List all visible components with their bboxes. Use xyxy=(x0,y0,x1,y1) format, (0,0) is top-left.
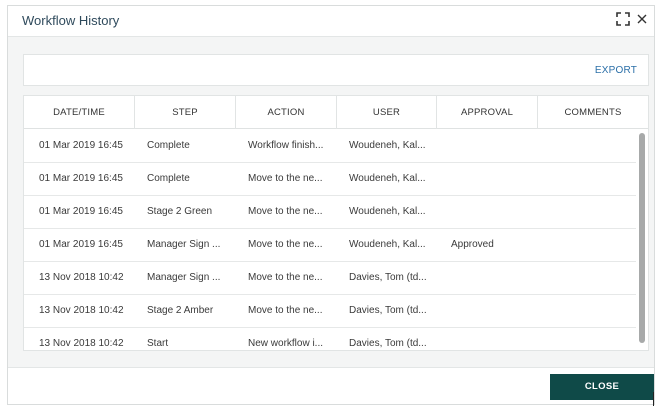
cell-action: Move to the ne... xyxy=(248,173,323,184)
cell-step: Stage 2 Green xyxy=(147,206,213,217)
cell-datetime: 13 Nov 2018 10:42 xyxy=(39,272,124,283)
table-row[interactable]: 01 Mar 2019 16:45 Manager Sign ... Move … xyxy=(24,229,636,262)
cell-datetime: 01 Mar 2019 16:45 xyxy=(39,206,123,217)
cell-comments xyxy=(551,163,635,195)
table-scrollbar[interactable] xyxy=(636,130,648,350)
cell-comments xyxy=(551,295,635,327)
cell-action: Move to the ne... xyxy=(248,305,323,316)
cell-datetime: 13 Nov 2018 10:42 xyxy=(39,338,124,349)
cell-step: Manager Sign ... xyxy=(147,272,221,283)
dialog-header: Workflow History xyxy=(8,6,654,36)
cell-datetime: 01 Mar 2019 16:45 xyxy=(39,239,123,250)
scrollbar-thumb[interactable] xyxy=(639,133,645,343)
close-button[interactable]: CLOSE xyxy=(550,374,654,400)
cell-approval xyxy=(451,262,537,294)
cell-datetime: 01 Mar 2019 16:45 xyxy=(39,173,123,184)
text-cursor xyxy=(653,392,654,406)
cell-approval xyxy=(451,295,537,327)
table-row[interactable]: 01 Mar 2019 16:45 Complete Move to the n… xyxy=(24,163,636,196)
table-row[interactable]: 13 Nov 2018 10:42 Manager Sign ... Move … xyxy=(24,262,636,295)
cell-user: Woudeneh, Kal... xyxy=(349,173,426,184)
cell-datetime: 13 Nov 2018 10:42 xyxy=(39,305,124,316)
column-header-user[interactable]: USER xyxy=(337,96,437,129)
cell-action: Move to the ne... xyxy=(248,206,323,217)
cell-user: Woudeneh, Kal... xyxy=(349,206,426,217)
export-button[interactable]: EXPORT xyxy=(595,65,637,76)
cell-action: Move to the ne... xyxy=(248,272,323,283)
table-body: 01 Mar 2019 16:45 Complete Workflow fini… xyxy=(24,130,648,350)
cell-approval xyxy=(451,196,537,228)
cell-user: Woudeneh, Kal... xyxy=(349,239,426,250)
cell-datetime: 01 Mar 2019 16:45 xyxy=(39,140,123,151)
table-row[interactable]: 01 Mar 2019 16:45 Complete Workflow fini… xyxy=(24,130,636,163)
cell-user: Davies, Tom (td... xyxy=(349,338,427,349)
workflow-history-table: DATE/TIME STEP ACTION USER APPROVAL COMM… xyxy=(23,95,649,351)
expand-icon[interactable] xyxy=(616,12,630,26)
dialog-body: EXPORT DATE/TIME STEP ACTION USER APPROV… xyxy=(8,37,654,367)
cell-approval: Approved xyxy=(451,239,494,250)
cell-action: Workflow finish... xyxy=(248,140,324,151)
table-toolbar: EXPORT xyxy=(23,54,649,86)
table-row[interactable]: 13 Nov 2018 10:42 Start New workflow i..… xyxy=(24,328,636,350)
cell-step: Start xyxy=(147,338,169,349)
column-header-comments[interactable]: COMMENTS xyxy=(538,96,648,129)
cell-step: Stage 2 Amber xyxy=(147,305,214,316)
cell-comments xyxy=(551,229,635,261)
cell-user: Woudeneh, Kal... xyxy=(349,140,426,151)
cell-comments xyxy=(551,328,635,350)
cell-comments xyxy=(551,130,635,162)
cell-step: Manager Sign ... xyxy=(147,239,221,250)
workflow-history-dialog: Workflow History EXPORT DATE/TIME STEP A… xyxy=(7,5,655,405)
column-header-step[interactable]: STEP xyxy=(135,96,236,129)
cell-step: Complete xyxy=(147,140,190,151)
table-row[interactable]: 01 Mar 2019 16:45 Stage 2 Green Move to … xyxy=(24,196,636,229)
cell-comments xyxy=(551,196,635,228)
footer-divider xyxy=(8,367,654,368)
table-row[interactable]: 13 Nov 2018 10:42 Stage 2 Amber Move to … xyxy=(24,295,636,328)
cell-step: Complete xyxy=(147,173,190,184)
column-header-action[interactable]: ACTION xyxy=(236,96,337,129)
cell-user: Davies, Tom (td... xyxy=(349,272,427,283)
close-icon[interactable] xyxy=(635,12,649,26)
cell-approval xyxy=(451,328,537,350)
cell-approval xyxy=(451,163,537,195)
cell-comments xyxy=(551,262,635,294)
column-header-datetime[interactable]: DATE/TIME xyxy=(24,96,135,129)
dialog-title: Workflow History xyxy=(22,13,120,28)
cell-action: New workflow i... xyxy=(248,338,324,349)
cell-approval xyxy=(451,130,537,162)
cell-action: Move to the ne... xyxy=(248,239,323,250)
table-header-row: DATE/TIME STEP ACTION USER APPROVAL COMM… xyxy=(24,96,648,129)
cell-user: Davies, Tom (td... xyxy=(349,305,427,316)
column-header-approval[interactable]: APPROVAL xyxy=(437,96,538,129)
